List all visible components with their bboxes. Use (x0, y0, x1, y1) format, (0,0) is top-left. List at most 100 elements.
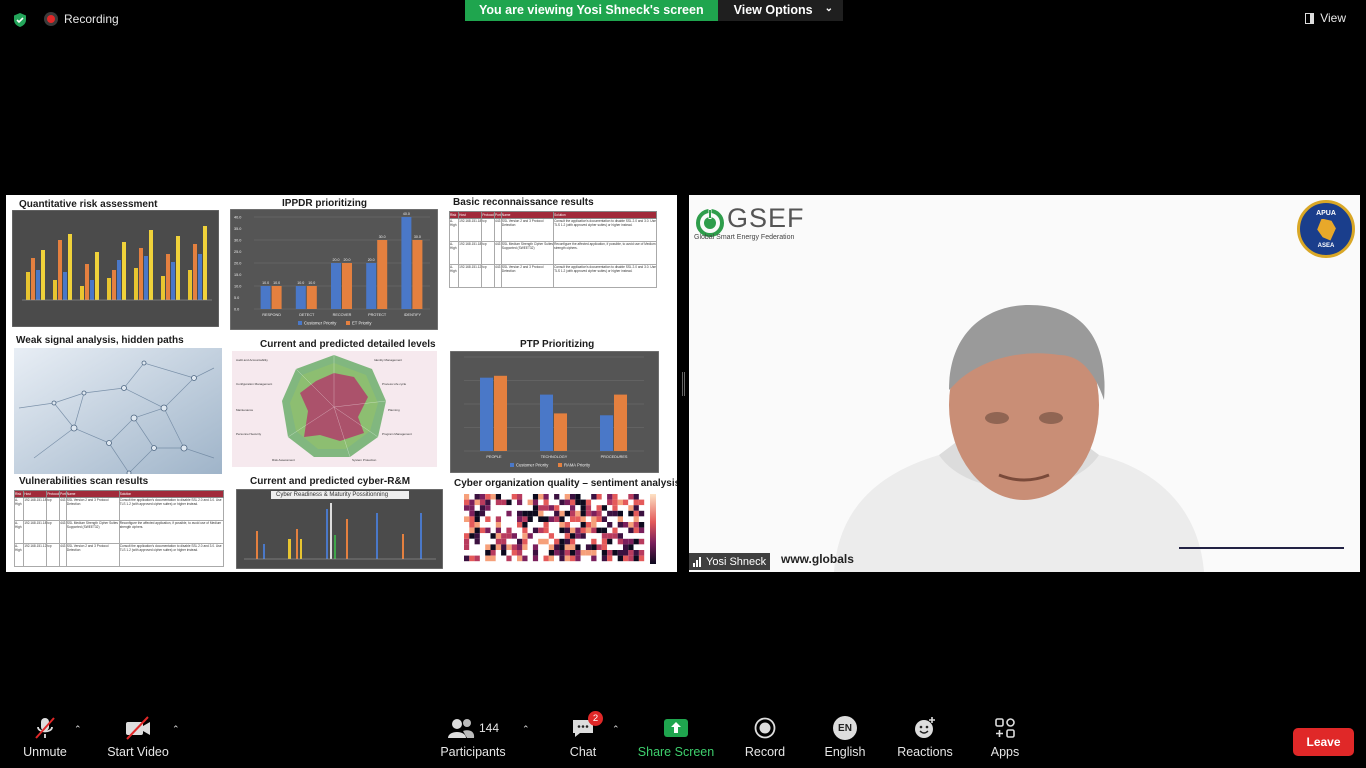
bar-customer-priority (480, 377, 493, 451)
heatmap-cell (638, 555, 645, 562)
chat-button[interactable]: 2 Chat (543, 711, 623, 759)
table-cell: Reconfigure the affected application, if… (118, 520, 225, 544)
risk-bar (139, 248, 143, 300)
security-shield-icon[interactable] (12, 12, 28, 28)
heatmap-cell (612, 510, 618, 517)
heatmap-cell (607, 555, 613, 562)
heatmap-cell (559, 538, 565, 545)
heatmap-cell (633, 510, 639, 517)
category-label: IDENTIFY (404, 313, 422, 317)
heatmap-cell (517, 550, 523, 556)
share-screen-button[interactable]: Share Screen (636, 712, 716, 759)
participants-options-caret[interactable]: ⌃ (522, 724, 530, 735)
heatmap-cell (570, 494, 576, 500)
heatmap-cell (479, 533, 486, 539)
heatmap-cell (638, 533, 645, 539)
heatmap-cell (575, 527, 581, 534)
audio-options-caret[interactable]: ⌃ (74, 724, 82, 735)
heatmap-cell (559, 505, 565, 511)
table-cell: tcp (46, 543, 61, 567)
heatmap-cell (538, 533, 544, 539)
heatmap-cell (511, 527, 517, 534)
risk-bar (53, 280, 57, 300)
heatmap-cell (607, 538, 613, 545)
unmute-button[interactable]: Unmute (5, 712, 85, 759)
heatmap-cell (490, 499, 496, 506)
view-button[interactable]: View (1305, 11, 1346, 25)
chat-options-caret[interactable]: ⌃ (612, 724, 620, 735)
heatmap-cell (564, 516, 570, 522)
svg-text:Program Management: Program Management (382, 432, 412, 436)
table-cell: SSL Medium Strength Cipher Suites Suppor… (500, 241, 555, 265)
heatmap-cell (464, 550, 470, 556)
apps-icon (994, 712, 1016, 744)
table-cell: 192.168.151.18 (23, 497, 48, 521)
heatmap-cell (538, 510, 544, 517)
risk-bar (90, 280, 94, 300)
heatmap-cell (623, 505, 629, 511)
heatmap-cell (495, 533, 502, 539)
split-view-handle[interactable] (682, 372, 685, 396)
participant-name-tag: Yosi Shneck (689, 553, 771, 570)
heatmap-cell (522, 527, 528, 534)
heatmap-cell (548, 555, 555, 562)
heatmap-cell (591, 538, 597, 545)
heatmap-cell (538, 522, 544, 528)
table-cell: A-High (13, 520, 25, 544)
heatmap-cell (543, 527, 549, 534)
view-options-button[interactable]: View Options ⌄ (717, 0, 843, 21)
record-button[interactable]: Record (725, 712, 805, 759)
view-layout-icon (1305, 12, 1315, 24)
heatmap-cell (570, 538, 576, 545)
table-cell: tcp (46, 520, 61, 544)
svg-text:Planning: Planning (388, 408, 400, 412)
heatmap-cell (554, 550, 560, 556)
risk-bar (63, 272, 67, 300)
heatmap-cell (554, 555, 560, 562)
heatmap-cell (474, 555, 480, 562)
heatmap-cell (469, 544, 475, 550)
heatmap-cell (511, 555, 517, 562)
heatmap-cell (469, 527, 475, 534)
heatmap-cell (612, 550, 618, 556)
participants-button[interactable]: 144 Participants (433, 712, 513, 759)
table-header: Host (458, 211, 483, 219)
leave-button[interactable]: Leave (1293, 728, 1354, 756)
heatmap-cell (601, 527, 608, 534)
reactions-button[interactable]: Reactions (885, 712, 965, 759)
quant-risk-chart (12, 210, 219, 327)
ippdr-chart: 10.0 10.0 RESPOND 10.0 10.0 DETECT 20.0 20.0 REC… (230, 209, 438, 330)
heatmap-cell (617, 499, 623, 506)
heatmap-cell (485, 510, 491, 517)
heatmap-cell (633, 527, 639, 534)
bar-value-label: 10.0 (308, 281, 315, 285)
table-cell: SSL Version 2 and 3 Protocol Detection (500, 264, 555, 288)
video-options-caret[interactable]: ⌃ (172, 724, 180, 735)
heatmap-cell (474, 550, 480, 556)
risk-bar (198, 254, 202, 300)
view-label: View (1320, 11, 1346, 25)
heatmap-cell (607, 533, 613, 539)
apps-button[interactable]: Apps (965, 712, 1045, 759)
heatmap-cell (623, 544, 629, 550)
heatmap-cell (607, 494, 613, 500)
heatmap-cell (612, 499, 618, 506)
table-cell: A-High (448, 241, 460, 265)
table-cell: Consult the application's documentation … (553, 218, 657, 242)
heatmap-cell (485, 527, 491, 534)
participant-video-tile[interactable]: GSEF Global Smart Energy Federation APUA… (689, 195, 1360, 572)
heatmap-cell (559, 499, 565, 506)
table-header: Name (500, 211, 555, 219)
heatmap-cell (554, 527, 560, 534)
heatmap-cell (623, 527, 629, 534)
language-button[interactable]: EN English (805, 712, 885, 759)
heatmap-cell (554, 522, 560, 528)
table-header: Solution (118, 490, 225, 498)
heatmap-cell (575, 522, 581, 528)
org-subtitle: Global Smart Energy Federation (694, 234, 795, 241)
heatmap-cell (469, 499, 475, 506)
recording-indicator[interactable]: Recording (44, 12, 119, 26)
heatmap-cell (517, 499, 523, 506)
start-video-button[interactable]: Start Video (98, 712, 178, 759)
bar-value-label: 10.0 (297, 281, 304, 285)
